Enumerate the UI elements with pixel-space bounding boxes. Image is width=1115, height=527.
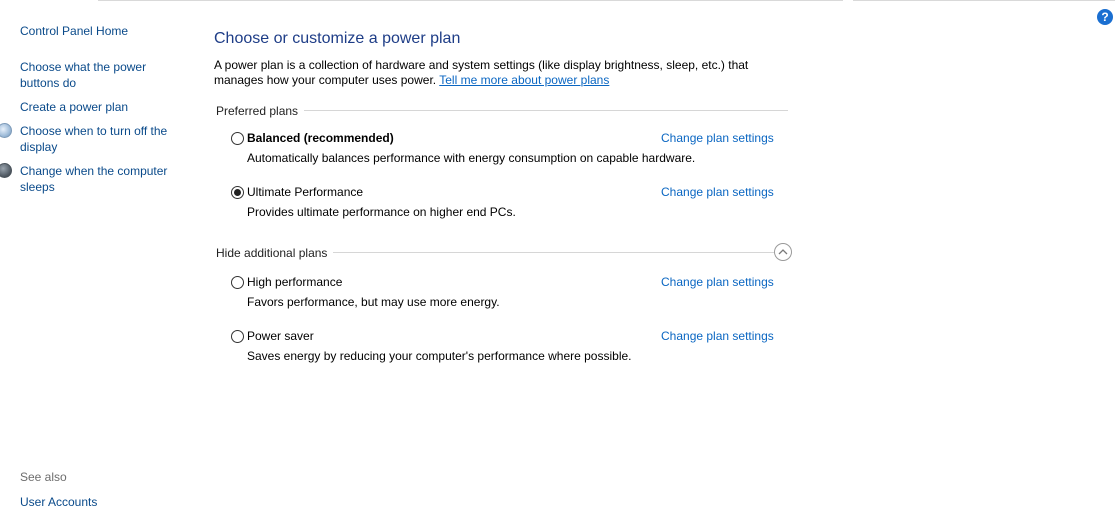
radio-balanced[interactable] — [231, 132, 244, 145]
change-plan-settings-link-power-saver[interactable]: Change plan settings — [661, 329, 774, 343]
help-icon[interactable]: ? — [1097, 9, 1113, 25]
search-box-border — [853, 0, 1115, 1]
sidebar-link-create-plan[interactable]: Create a power plan — [20, 99, 128, 115]
preferred-plans-heading: Preferred plans — [216, 104, 305, 118]
sidebar-link-turn-off-display[interactable]: Choose when to turn off the display — [20, 123, 167, 155]
sidebar-link-control-panel-home[interactable]: Control Panel Home — [20, 23, 128, 39]
plan-name-ultimate-performance[interactable]: Ultimate Performance — [247, 185, 363, 199]
page-title: Choose or customize a power plan — [214, 30, 461, 47]
intro-text: A power plan is a collection of hardware… — [214, 58, 774, 88]
learn-more-link[interactable]: Tell me more about power plans — [439, 73, 609, 87]
plan-description-balanced: Automatically balances performance with … — [247, 151, 696, 165]
monitor-icon — [0, 123, 12, 138]
intro-line-2: manages how your computer uses power. Te… — [214, 73, 774, 88]
sidebar-link-label: display — [20, 140, 58, 154]
sidebar-link-label: sleeps — [20, 180, 55, 194]
sidebar-link-label: Change when the computer — [20, 164, 168, 178]
sidebar-link-power-buttons[interactable]: Choose what the power buttons do — [20, 59, 146, 91]
radio-high-performance[interactable] — [231, 276, 244, 289]
plan-name-high-performance[interactable]: High performance — [247, 275, 342, 289]
radio-power-saver[interactable] — [231, 330, 244, 343]
plan-description-power-saver: Saves energy by reducing your computer's… — [247, 349, 632, 363]
change-plan-settings-link-ultimate[interactable]: Change plan settings — [661, 185, 774, 199]
sidebar-link-label: buttons do — [20, 76, 77, 90]
sidebar-link-label: Choose what the power — [20, 60, 147, 74]
radio-ultimate-performance[interactable] — [231, 186, 244, 199]
chevron-up-icon — [778, 249, 788, 255]
intro-line-text: manages how your computer uses power. — [214, 73, 437, 87]
plan-name-power-saver[interactable]: Power saver — [247, 329, 314, 343]
sidebar-link-user-accounts[interactable]: User Accounts — [20, 494, 97, 510]
moon-icon — [0, 163, 12, 178]
sidebar-link-computer-sleeps[interactable]: Change when the computer sleeps — [20, 163, 167, 195]
plan-description-ultimate: Provides ultimate performance on higher … — [247, 205, 516, 219]
plan-name-balanced[interactable]: Balanced (recommended) — [247, 131, 394, 145]
change-plan-settings-link-high-performance[interactable]: Change plan settings — [661, 275, 774, 289]
address-bar-border — [98, 0, 843, 1]
plan-description-high-performance: Favors performance, but may use more ene… — [247, 295, 500, 309]
change-plan-settings-link-balanced[interactable]: Change plan settings — [661, 131, 774, 145]
hide-additional-plans-heading[interactable]: Hide additional plans — [216, 246, 334, 260]
collapse-plans-button[interactable] — [774, 243, 792, 261]
sidebar-link-label: Choose when to turn off the — [20, 124, 168, 138]
intro-line: A power plan is a collection of hardware… — [214, 58, 749, 72]
see-also-heading: See also — [20, 470, 67, 484]
